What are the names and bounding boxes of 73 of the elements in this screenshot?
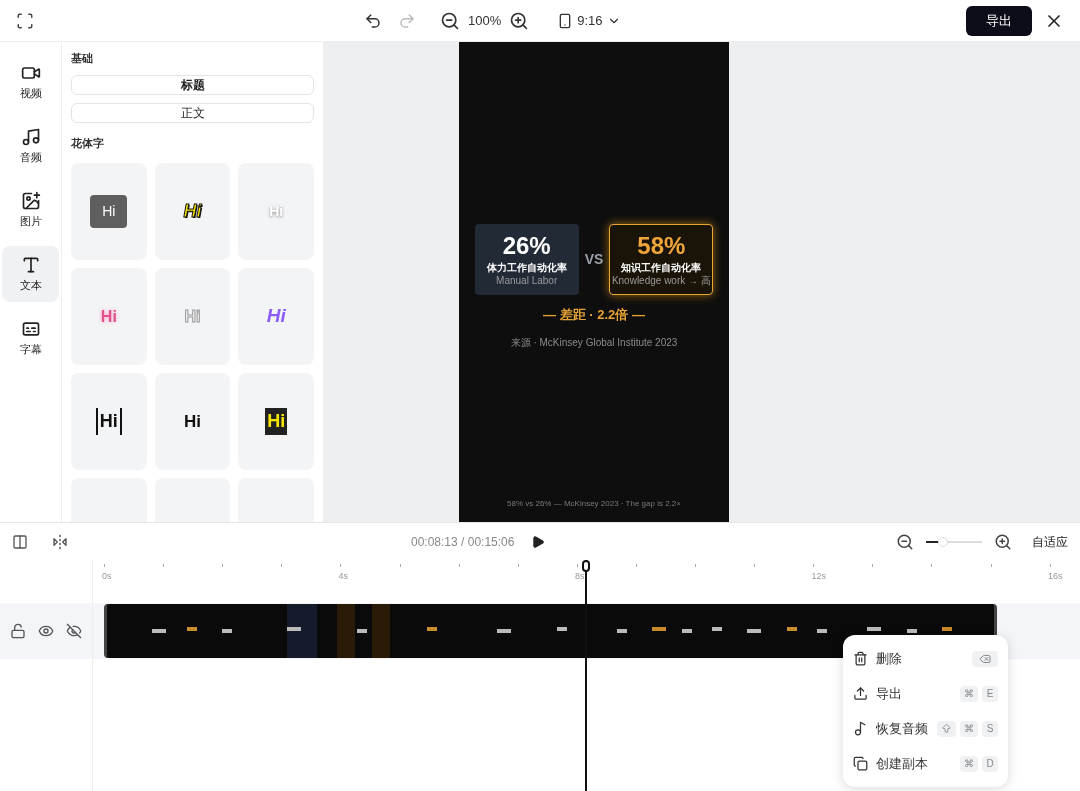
music-icon bbox=[20, 126, 41, 147]
style-preview: Hi bbox=[90, 195, 128, 228]
shortcut-key: ⌘ bbox=[960, 755, 978, 772]
vs-label: VS bbox=[584, 250, 604, 269]
section-heading: 基础 bbox=[71, 51, 94, 66]
menu-item[interactable]: 创建副本 ⌘ D bbox=[853, 746, 998, 781]
export-button[interactable]: 导出 bbox=[966, 5, 1032, 36]
text-preset-button[interactable]: 正文 bbox=[71, 102, 314, 123]
backspace-key-icon bbox=[972, 650, 998, 667]
ruler-label: 0s bbox=[102, 570, 112, 583]
style-preview: Hi bbox=[183, 200, 202, 223]
style-preview: Hi bbox=[95, 408, 122, 435]
style-preview: Hi bbox=[266, 304, 286, 329]
sidebar-tab[interactable]: 文本 bbox=[2, 246, 59, 302]
split-icon[interactable] bbox=[12, 533, 28, 550]
upload-icon bbox=[853, 686, 868, 701]
ruler-label: 8s bbox=[575, 570, 585, 583]
zoom-out-icon[interactable] bbox=[896, 532, 914, 551]
timecode: 00:08:13 / 00:15:06 bbox=[411, 533, 515, 551]
stat-label: 知识工作自动化率 bbox=[621, 261, 702, 275]
zoom-level: 100% bbox=[468, 11, 502, 30]
ruler-label: 12s bbox=[811, 570, 826, 583]
zoom-in-icon[interactable] bbox=[994, 532, 1012, 551]
style-preview: Hi bbox=[184, 306, 201, 327]
shift-key-icon bbox=[937, 720, 956, 737]
stat-value: 26% bbox=[502, 232, 551, 260]
shortcut-key: S bbox=[982, 720, 998, 737]
sidebar-tab[interactable]: 视频 bbox=[2, 54, 59, 110]
source-note: 来源 · McKinsey Global Institute 2023 bbox=[510, 335, 678, 350]
shortcut-key: D bbox=[982, 755, 998, 772]
shortcut-key: E bbox=[982, 685, 998, 702]
ruler-label: 16s bbox=[1048, 570, 1063, 583]
image-plus-icon bbox=[20, 190, 41, 211]
shortcut-key: ⌘ bbox=[960, 685, 978, 702]
zoom-in-icon[interactable] bbox=[509, 10, 530, 31]
menu-item[interactable]: 恢复音频 ⌘ S bbox=[853, 711, 998, 746]
hidden-icon[interactable] bbox=[66, 623, 82, 639]
zoom-out-icon[interactable] bbox=[440, 10, 460, 31]
music-icon bbox=[853, 721, 868, 736]
fit-button[interactable]: 自适应 bbox=[1032, 532, 1068, 551]
style-preview: Hi bbox=[269, 202, 284, 221]
text-style-tile[interactable]: Hi bbox=[71, 163, 147, 260]
ruler-label: 4s bbox=[338, 570, 348, 583]
text-style-tile[interactable]: Hi bbox=[154, 373, 231, 470]
text-style-tile[interactable]: Hi bbox=[238, 373, 314, 470]
stat-value: 58% bbox=[637, 232, 686, 260]
unlock-icon[interactable] bbox=[10, 623, 26, 639]
aspect-ratio-dropdown[interactable]: 9:16 bbox=[557, 10, 621, 31]
sidebar-tab[interactable]: 图片 bbox=[2, 182, 59, 238]
menu-item[interactable]: 删除 bbox=[853, 641, 998, 676]
copy-icon bbox=[853, 756, 868, 771]
shortcut-key: ⌘ bbox=[960, 720, 978, 737]
stat-caption: Manual Labor bbox=[496, 275, 558, 287]
style-preview: Hi bbox=[100, 306, 117, 327]
trash-icon bbox=[853, 651, 868, 666]
section-heading: 花体字 bbox=[71, 135, 105, 151]
text-preset-button[interactable]: 标题 bbox=[71, 74, 314, 95]
gap-caption: — 差距 · 2.2倍 — bbox=[543, 306, 645, 324]
footer-note: 58% vs 26% — McKinsey 2023 · The gap is 2.2× bbox=[507, 498, 681, 510]
flip-icon[interactable] bbox=[52, 533, 68, 550]
fullscreen-icon[interactable] bbox=[16, 11, 34, 30]
play-icon[interactable] bbox=[531, 534, 545, 549]
eye-icon[interactable] bbox=[38, 623, 54, 639]
sidebar-tab[interactable]: 音频 bbox=[2, 118, 59, 174]
menu-item[interactable]: 导出 ⌘ E bbox=[853, 676, 998, 711]
text-style-tile[interactable]: Hi bbox=[71, 373, 147, 470]
style-preview: Hi bbox=[184, 410, 201, 433]
stat-caption: Knowledge work → 高 bbox=[611, 275, 711, 287]
style-preview: Hi bbox=[265, 408, 288, 435]
undo-icon[interactable] bbox=[364, 11, 382, 30]
stat-label: 体力工作自动化率 bbox=[486, 261, 567, 275]
sidebar-tab[interactable]: 字幕 bbox=[2, 310, 59, 366]
text-style-tile[interactable]: Hi bbox=[238, 268, 314, 365]
